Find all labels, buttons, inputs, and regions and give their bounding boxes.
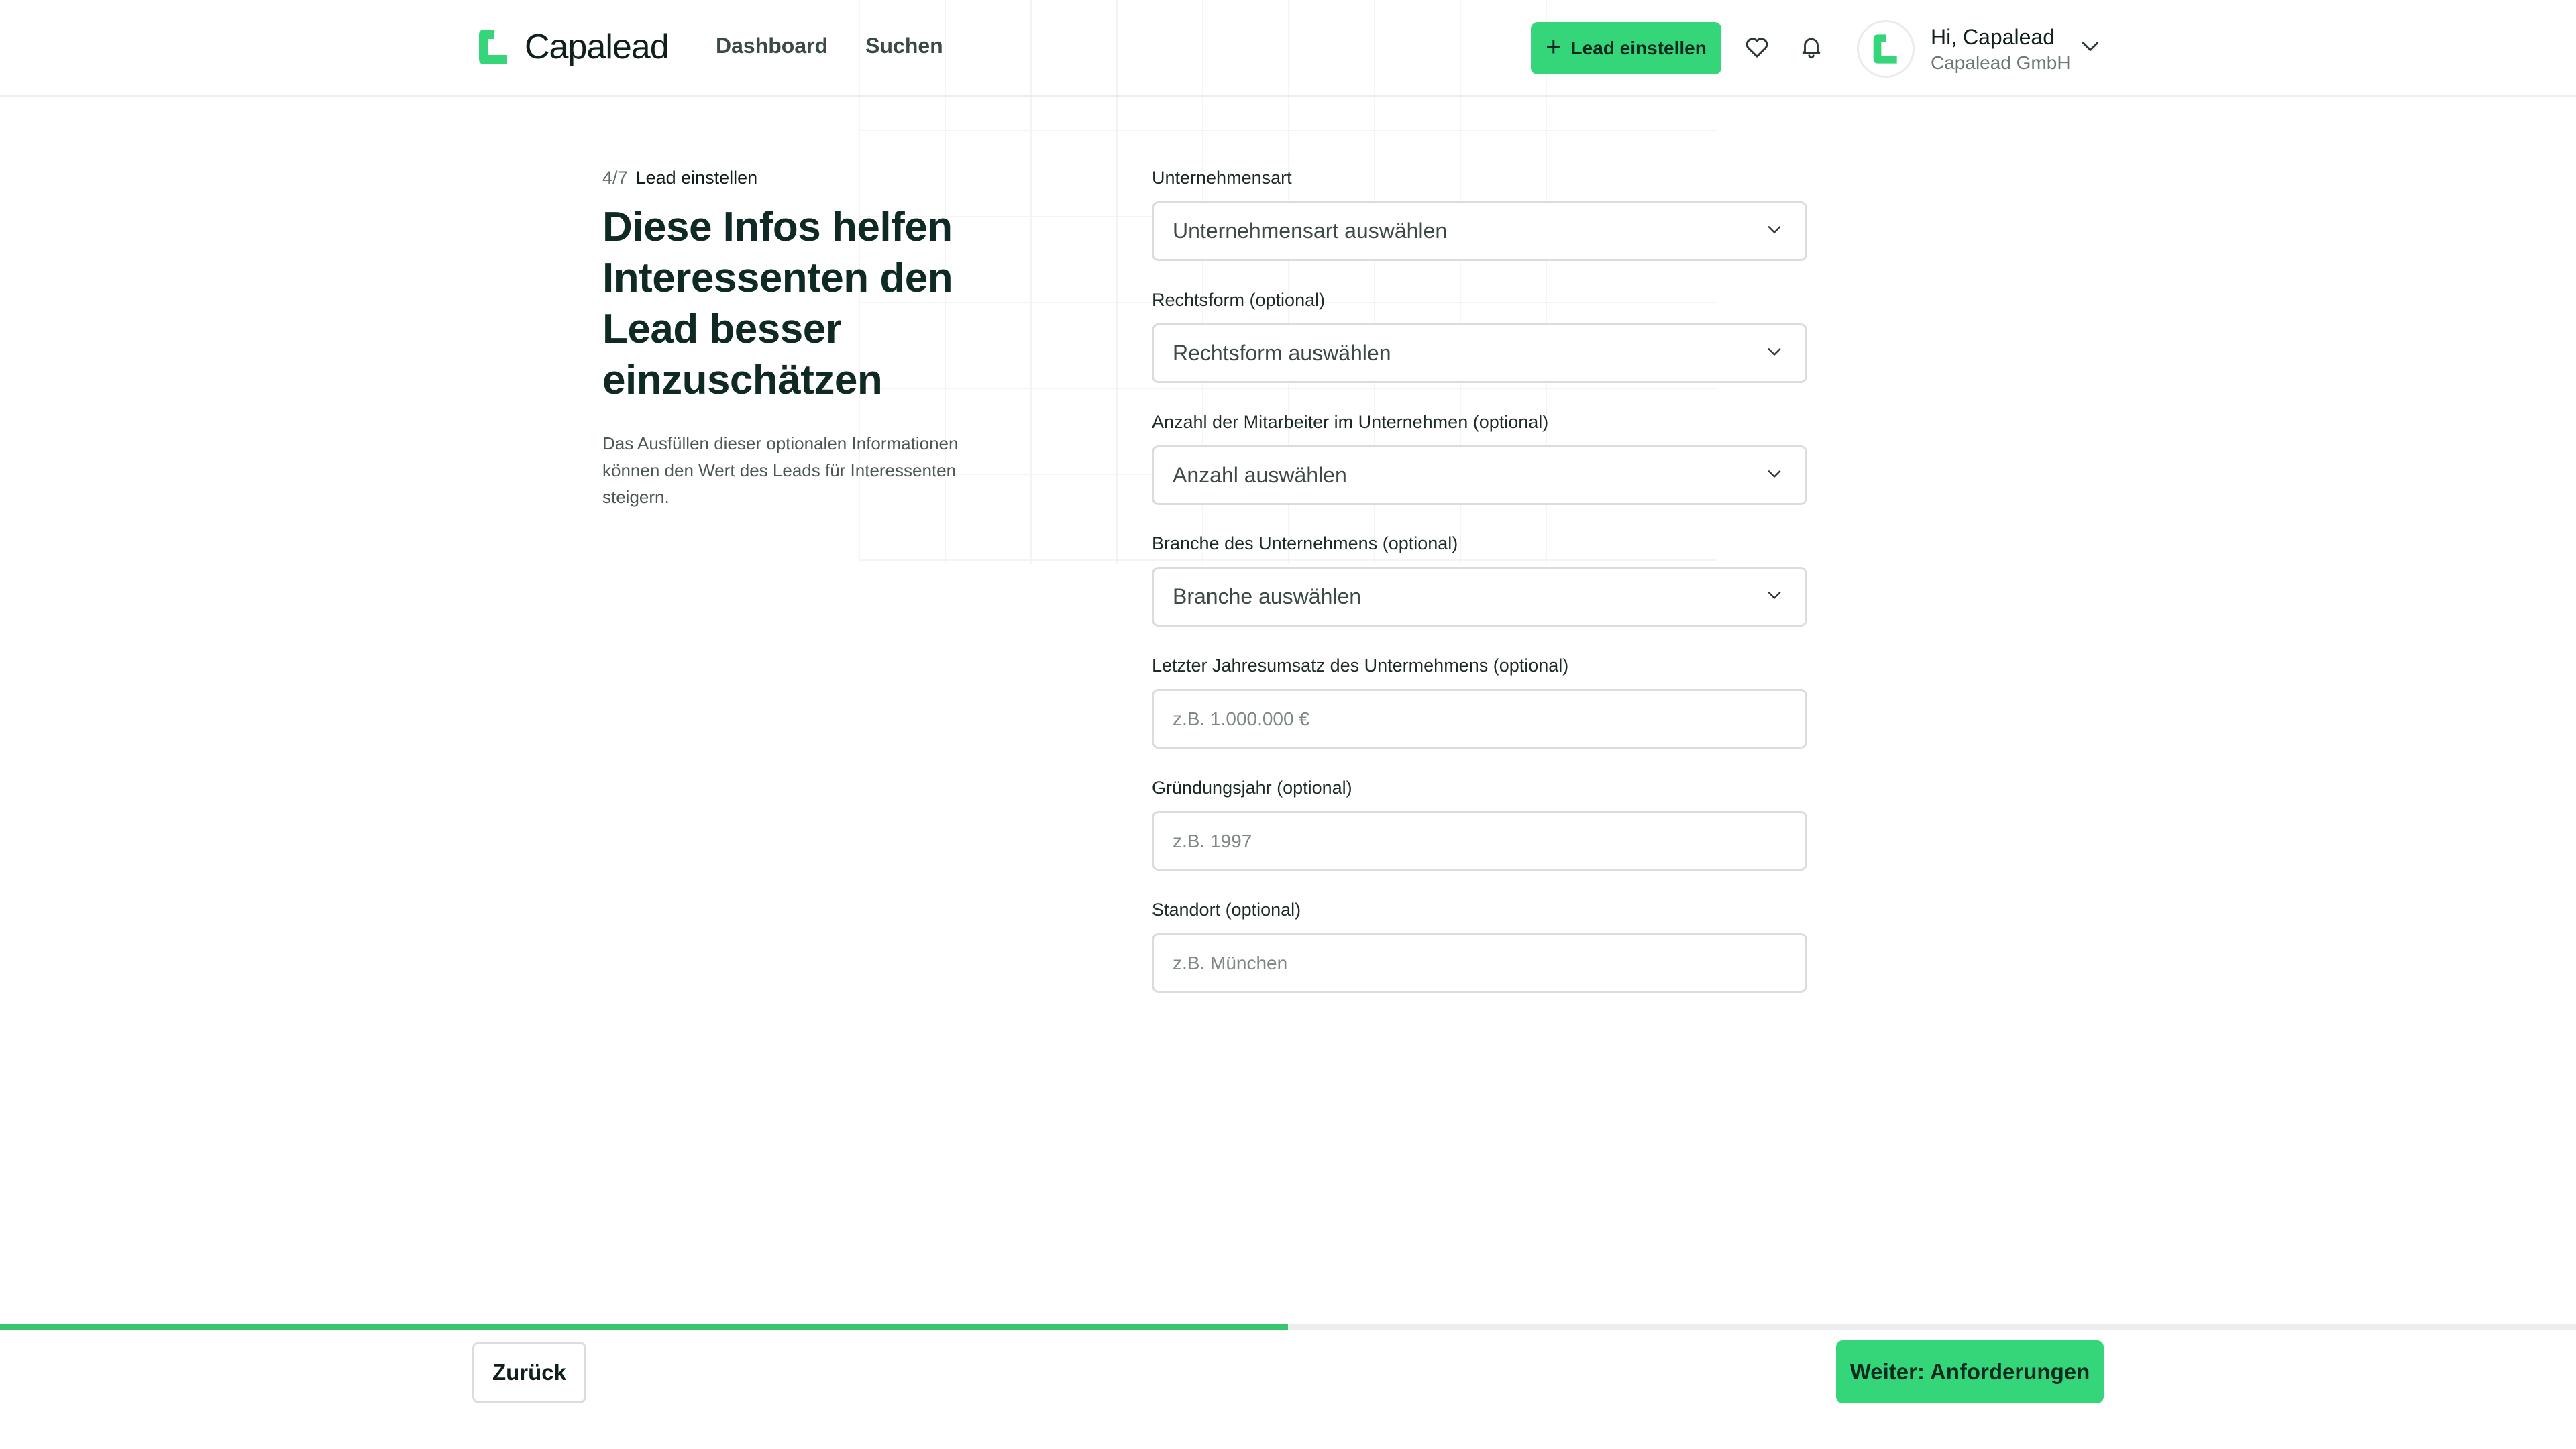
- page-title: Diese Infos helfen Interessenten den Lea…: [602, 204, 953, 403]
- mitarbeiter-select[interactable]: Anzahl auswählen: [1152, 445, 1807, 505]
- next-button[interactable]: Weiter: Anforderungen: [1836, 1340, 2104, 1403]
- chevron-down-icon[interactable]: [2078, 38, 2102, 56]
- user-info: Hi, Capalead Capalead GmbH: [1931, 25, 2071, 74]
- field-label: Unternehmensart: [1152, 168, 1292, 188]
- field-unternehmensart: Unternehmensart Unternehmensart auswähle…: [1152, 168, 1807, 261]
- user-company: Capalead GmbH: [1931, 52, 2071, 73]
- heart-icon: [1746, 38, 1768, 58]
- page: Capalead Dashboard Suchen + Lead einstel…: [0, 0, 2576, 1449]
- intro-section: 4/7 Lead einstellen Diese Infos helfen In…: [602, 168, 1005, 511]
- field-mitarbeiter: Anzahl der Mitarbeiter im Unternehmen (o…: [1152, 412, 1807, 505]
- field-label: Anzahl der Mitarbeiter im Unternehmen (o…: [1152, 412, 1549, 432]
- plus-icon: +: [1546, 32, 1562, 62]
- gruendungsjahr-input-wrapper: [1152, 811, 1807, 871]
- field-gruendungsjahr: Gründungsjahr (optional): [1152, 777, 1807, 871]
- field-rechtsform: Rechtsform (optional) Rechtsform auswähl…: [1152, 290, 1807, 383]
- nav-dashboard[interactable]: Dashboard: [716, 34, 828, 58]
- lead-einstellen-button[interactable]: + Lead einstellen: [1531, 22, 1721, 74]
- avatar: [1857, 20, 1915, 78]
- field-label: Standort (optional): [1152, 900, 1301, 920]
- avatar-logo-icon: [1873, 34, 1897, 64]
- branche-select[interactable]: Branche auswählen: [1152, 567, 1807, 627]
- field-label: Letzter Jahresumsatz des Untermehmens (o…: [1152, 655, 1569, 676]
- logo-mark-icon: [479, 30, 507, 64]
- chevron-down-icon: [1768, 470, 1781, 478]
- standort-input-wrapper: [1152, 933, 1807, 993]
- field-standort: Standort (optional): [1152, 900, 1807, 993]
- progress-fill: [0, 1324, 1288, 1330]
- user-greeting: Hi, Capalead: [1931, 24, 2055, 49]
- main-nav: Dashboard Suchen: [716, 34, 943, 58]
- standort-input[interactable]: [1173, 952, 1786, 974]
- jahresumsatz-input[interactable]: [1173, 708, 1786, 730]
- select-value: Unternehmensart auswählen: [1173, 219, 1448, 243]
- field-branche: Branche des Unternehmens (optional) Bran…: [1152, 533, 1807, 627]
- lead-einstellen-label: Lead einstellen: [1570, 38, 1707, 58]
- top-header: Capalead Dashboard Suchen + Lead einstel…: [0, 0, 2576, 97]
- select-value: Rechtsform auswählen: [1173, 341, 1391, 365]
- brand-logo[interactable]: Capalead: [478, 27, 669, 67]
- unternehmensart-select[interactable]: Unternehmensart auswählen: [1152, 201, 1807, 261]
- chevron-down-icon: [1768, 226, 1781, 233]
- step-label: Lead einstellen: [635, 168, 758, 188]
- field-jahresumsatz: Letzter Jahresumsatz des Untermehmens (o…: [1152, 655, 1807, 749]
- bell-icon: [1802, 38, 1821, 59]
- gruendungsjahr-input[interactable]: [1173, 830, 1786, 852]
- favorites-button[interactable]: [1742, 32, 1772, 62]
- step-count: 4/7: [602, 168, 628, 188]
- back-button[interactable]: Zurück: [472, 1342, 586, 1403]
- select-value: Anzahl auswählen: [1173, 463, 1347, 487]
- rechtsform-select[interactable]: Rechtsform auswählen: [1152, 323, 1807, 383]
- field-label: Rechtsform (optional): [1152, 290, 1326, 310]
- progress-bar: [0, 1324, 2576, 1330]
- nav-suchen[interactable]: Suchen: [865, 34, 943, 58]
- chevron-down-icon: [1768, 348, 1781, 356]
- notifications-button[interactable]: [1796, 32, 1826, 62]
- field-label: Gründungsjahr (optional): [1152, 777, 1352, 798]
- user-menu[interactable]: Hi, Capalead Capalead GmbH: [1857, 20, 2071, 78]
- brand-name: Capalead: [525, 28, 669, 66]
- jahresumsatz-input-wrapper: [1152, 689, 1807, 749]
- page-description: Das Ausfüllen dieser optionalen Informat…: [602, 433, 959, 507]
- chevron-down-icon: [1768, 592, 1781, 599]
- field-label: Branche des Unternehmens (optional): [1152, 533, 1458, 553]
- step-indicator: 4/7 Lead einstellen: [602, 168, 1005, 189]
- select-value: Branche auswählen: [1173, 584, 1362, 608]
